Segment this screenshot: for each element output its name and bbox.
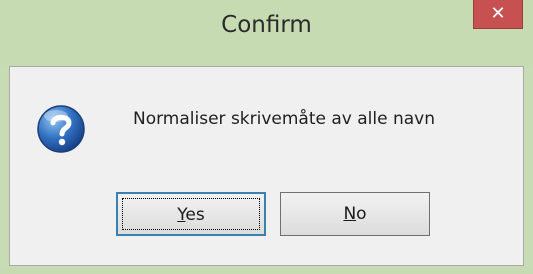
dialog-title: Confirm: [221, 12, 312, 38]
yes-button[interactable]: Yes: [116, 192, 266, 236]
no-mnemonic: N: [343, 204, 357, 224]
dialog-body: Normaliser skrivemåte av alle navn Yes N…: [9, 66, 524, 266]
question-icon: [37, 105, 85, 153]
title-bar[interactable]: Confirm ✕: [0, 0, 533, 66]
close-icon: ✕: [490, 3, 506, 24]
no-label-rest: o: [356, 204, 367, 224]
focus-rectangle: [122, 198, 260, 230]
no-button-label: No: [343, 204, 366, 224]
confirm-dialog-window: Confirm ✕ Normaliser skrivemåte av alle …: [0, 0, 533, 274]
no-button[interactable]: No: [280, 192, 430, 236]
window-bottom-border: [0, 266, 533, 274]
dialog-message: Normaliser skrivemåte av alle navn: [133, 109, 436, 129]
close-button[interactable]: ✕: [473, 0, 523, 29]
